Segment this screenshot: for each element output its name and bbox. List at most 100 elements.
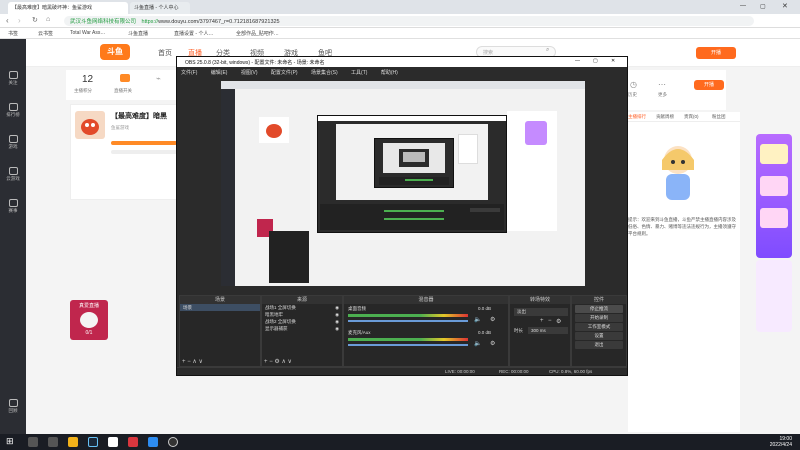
obs-title-bar: OBS 25.0.8 (32-bit, windows) - 配置文件: 未命名… bbox=[177, 57, 627, 67]
source-item[interactable]: 显示器捕获 ◉ bbox=[262, 325, 342, 332]
eye-icon[interactable]: ◉ bbox=[335, 318, 339, 325]
steam-icon[interactable] bbox=[88, 437, 98, 447]
sidebar-item-events[interactable]: 赛事 bbox=[0, 199, 26, 214]
eye-icon[interactable]: ◉ bbox=[335, 325, 339, 332]
volume-slider[interactable] bbox=[348, 344, 468, 346]
menu-view[interactable]: 视图(V) bbox=[241, 70, 258, 76]
add-icon[interactable]: + bbox=[540, 318, 544, 324]
file-explorer-icon[interactable] bbox=[68, 437, 78, 447]
header-right-actions: ◷ 历史 ⋯ 更多 开播 bbox=[626, 70, 726, 110]
tab-fans[interactable]: 粉丝团 bbox=[712, 114, 726, 120]
task-view-icon[interactable] bbox=[48, 437, 58, 447]
browser-tab-active[interactable]: 【最高难度】暗黑破坏神：鱼鲨游戏 bbox=[8, 2, 128, 14]
duration-input[interactable]: 300 ms bbox=[528, 327, 568, 334]
close-icon[interactable]: ✕ bbox=[782, 2, 788, 10]
remove-icon[interactable]: − bbox=[187, 359, 191, 365]
browser-icon[interactable] bbox=[148, 437, 158, 447]
move-up-icon[interactable]: ∧ bbox=[192, 359, 196, 365]
history-icon[interactable]: ◷ bbox=[630, 80, 637, 89]
source-item[interactable]: 战场2 全屏切换 ◉ bbox=[262, 318, 342, 325]
menu-help[interactable]: 帮助(H) bbox=[381, 70, 398, 76]
search-icon[interactable]: ⌕ bbox=[546, 47, 549, 54]
obs-preview-canvas[interactable] bbox=[221, 81, 585, 286]
bookmark-item[interactable]: 斗鱼直播 bbox=[128, 30, 148, 37]
remove-icon[interactable]: − bbox=[269, 359, 273, 365]
bookmark-item[interactable]: 云书签 bbox=[38, 30, 53, 37]
volume-slider[interactable] bbox=[348, 320, 468, 322]
move-down-icon[interactable]: ∨ bbox=[198, 359, 202, 365]
stop-streaming-button[interactable]: 停止推流 bbox=[575, 305, 623, 313]
gear-icon[interactable]: ⚙ bbox=[274, 359, 279, 365]
nested-side-card bbox=[458, 134, 478, 164]
start-recording-button[interactable]: 开始录制 bbox=[575, 314, 623, 322]
sidebar-item-rank[interactable]: 排行榜 bbox=[0, 103, 26, 118]
menu-tools[interactable]: 工具(T) bbox=[351, 70, 367, 76]
taskbar-clock[interactable]: 19:00 2022/4/24 bbox=[770, 436, 792, 448]
sidebar-item-follow[interactable]: 关注 bbox=[0, 71, 26, 86]
maximize-icon[interactable]: ▢ bbox=[760, 3, 766, 10]
gamepad-icon bbox=[8, 135, 18, 143]
move-up-icon[interactable]: ∧ bbox=[281, 359, 285, 365]
add-icon[interactable]: + bbox=[264, 359, 268, 365]
settings-button[interactable]: 设置 bbox=[575, 332, 623, 340]
nav-home[interactable]: 首页 bbox=[158, 48, 172, 58]
url-field[interactable]: 武汉斗鱼网络科技有限公司 https://www.douyu.com/37974… bbox=[64, 16, 754, 26]
history-label[interactable]: 历史 bbox=[628, 92, 637, 98]
capture-right-panel bbox=[507, 111, 557, 231]
site-logo[interactable]: 斗鱼 bbox=[100, 44, 130, 60]
tab-vip[interactable]: 贵宾(0) bbox=[684, 114, 699, 120]
windows-start-icon[interactable]: ⊞ bbox=[6, 436, 14, 447]
exit-button[interactable]: 退出 bbox=[575, 341, 623, 349]
gear-icon[interactable]: ⚙ bbox=[556, 318, 561, 325]
home-icon[interactable]: ⌂ bbox=[46, 16, 50, 23]
obs-close-icon[interactable]: ✕ bbox=[611, 58, 615, 64]
speaker-icon[interactable]: 🔈 bbox=[474, 340, 481, 347]
back-icon[interactable]: ‹ bbox=[6, 16, 9, 25]
eye-icon[interactable]: ◉ bbox=[335, 304, 339, 311]
transition-select[interactable]: 淡出 bbox=[514, 308, 568, 316]
remove-icon[interactable]: − bbox=[548, 318, 552, 324]
more-icon[interactable]: ⋯ bbox=[658, 80, 666, 89]
gear-icon[interactable]: ⚙ bbox=[490, 340, 495, 347]
add-icon[interactable]: + bbox=[182, 359, 186, 365]
more-label[interactable]: 更多 bbox=[658, 92, 667, 98]
obs-minimize-icon[interactable]: — bbox=[575, 58, 580, 64]
search-icon[interactable] bbox=[28, 437, 38, 447]
gear-icon[interactable]: ⚙ bbox=[490, 316, 495, 323]
app-icon[interactable] bbox=[128, 437, 138, 447]
menu-edit[interactable]: 编辑(E) bbox=[211, 70, 228, 76]
browser-tab-second[interactable]: 斗鱼直播 - 个人中心 bbox=[130, 2, 190, 14]
bookmark-item[interactable]: 书签 bbox=[8, 30, 18, 37]
app-icon[interactable] bbox=[108, 437, 118, 447]
sidebar-item-cloud-game[interactable]: 云游戏 bbox=[0, 167, 26, 182]
refresh-icon[interactable]: ↻ bbox=[32, 16, 38, 24]
bookmark-item[interactable]: Total War Ass… bbox=[70, 30, 105, 36]
streamer-avatar[interactable] bbox=[75, 111, 105, 139]
studio-mode-button[interactable]: 工作室模式 bbox=[575, 323, 623, 331]
move-down-icon[interactable]: ∨ bbox=[288, 359, 292, 365]
open-live-button[interactable]: 开播 bbox=[696, 47, 736, 59]
eye-icon[interactable]: ◉ bbox=[335, 311, 339, 318]
live-start-button[interactable]: 开播 bbox=[694, 80, 724, 90]
menu-file[interactable]: 文件(F) bbox=[181, 70, 197, 76]
forward-icon[interactable]: › bbox=[18, 16, 21, 25]
obs-icon[interactable] bbox=[168, 437, 178, 447]
menu-profile[interactable]: 配置文件(P) bbox=[271, 70, 298, 76]
sidebar-item-game[interactable]: 游戏 bbox=[0, 135, 26, 150]
bookmark-item[interactable]: 直播设置 - 个人… bbox=[174, 30, 213, 37]
tab-rank[interactable]: 主播排行 bbox=[628, 114, 646, 120]
obs-maximize-icon[interactable]: ▢ bbox=[593, 58, 598, 64]
transitions-dock: 转场特效 淡出 + − ⚙ 时长 300 ms bbox=[509, 295, 571, 367]
source-item[interactable]: 战场1 全屏切换 ◉ bbox=[262, 304, 342, 311]
source-item[interactable]: 暗黑地牢 ◉ bbox=[262, 311, 342, 318]
speaker-icon[interactable]: 🔈 bbox=[474, 316, 481, 323]
tab-weekly[interactable]: 贡献周榜 bbox=[656, 114, 674, 120]
menu-scene-collection[interactable]: 场景集合(S) bbox=[311, 70, 338, 76]
sidebar-item-review[interactable]: 回顾 bbox=[0, 399, 26, 414]
bookmark-item[interactable]: 全部作品_贴吧作… bbox=[236, 30, 279, 37]
streamer-name[interactable]: 鱼鲨游戏 bbox=[111, 125, 129, 131]
promo-rail-2[interactable] bbox=[756, 260, 792, 332]
promo-rail[interactable] bbox=[756, 134, 792, 258]
minimize-icon[interactable]: — bbox=[740, 3, 746, 9]
scene-item[interactable]: 场景 bbox=[180, 304, 260, 311]
